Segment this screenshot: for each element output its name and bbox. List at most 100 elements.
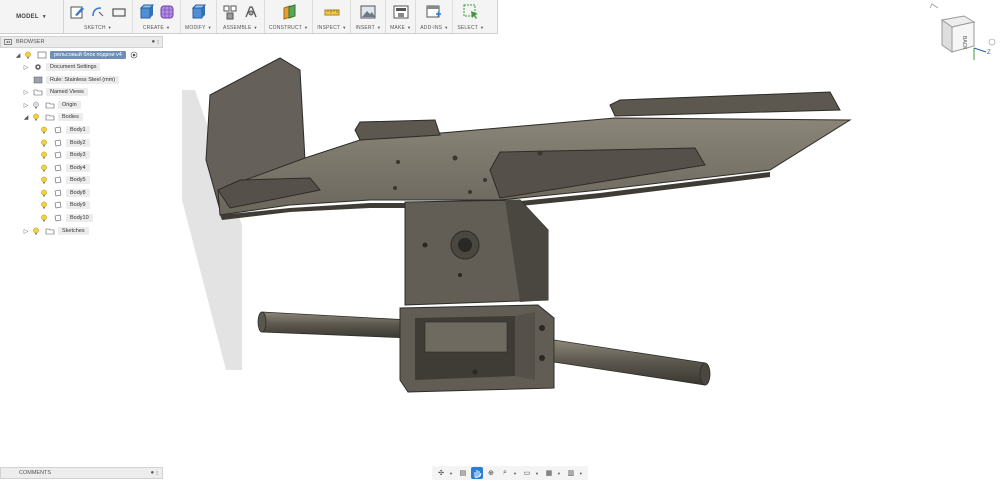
body-icon bbox=[54, 214, 62, 221]
visibility-bulb-icon[interactable] bbox=[32, 227, 40, 235]
modify-group[interactable]: MODIFY ▼ bbox=[181, 0, 217, 33]
carriage-hole bbox=[539, 355, 545, 361]
body-label: Body1 bbox=[66, 126, 90, 134]
visibility-bulb-icon[interactable] bbox=[40, 201, 48, 209]
visibility-bulb-icon[interactable] bbox=[24, 51, 32, 59]
zoom-icon[interactable]: ⊕ bbox=[485, 467, 497, 479]
construct-label: CONSTRUCT bbox=[268, 25, 303, 31]
expand-icon[interactable]: ▷ bbox=[22, 102, 30, 109]
body-label: Body10 bbox=[66, 213, 93, 222]
visibility-bulb-icon[interactable] bbox=[40, 139, 48, 147]
tree-item-body[interactable]: Body2 bbox=[38, 137, 90, 149]
browser-header: ◂◂ BROWSER ● ⁝ bbox=[0, 36, 163, 48]
document-icon bbox=[37, 51, 47, 59]
model-viewport[interactable] bbox=[170, 50, 860, 410]
panel-options-icon[interactable]: ⁝ bbox=[156, 470, 158, 477]
select-group[interactable]: SELECT ▼ bbox=[453, 0, 488, 33]
tree-item-body[interactable]: Body5 bbox=[38, 174, 90, 186]
home-icon[interactable] bbox=[929, 3, 939, 9]
inspect-group[interactable]: INSPECT ▼ bbox=[313, 0, 352, 33]
comments-panel[interactable]: COMMENTS ● ⁝ bbox=[0, 467, 163, 479]
material-rule-icon bbox=[33, 76, 43, 84]
display-settings-icon[interactable]: ▭ bbox=[521, 467, 533, 479]
create-group[interactable]: CREATE ▼ bbox=[133, 0, 181, 33]
tree-item-sketches[interactable]: ▷ Sketches bbox=[22, 225, 89, 237]
tree-item-body[interactable]: Body4 bbox=[38, 162, 90, 174]
fit-icon[interactable]: ⌕ bbox=[499, 467, 511, 479]
folder-icon bbox=[33, 89, 43, 96]
look-at-icon[interactable]: ▤ bbox=[457, 467, 469, 479]
rectangle-icon[interactable] bbox=[110, 3, 128, 21]
pan-icon[interactable] bbox=[470, 467, 483, 479]
scripts-icon[interactable] bbox=[425, 3, 443, 21]
collapse-panel-icon[interactable]: ◂◂ bbox=[4, 39, 12, 45]
arc-icon[interactable] bbox=[89, 3, 107, 21]
press-pull-icon[interactable] bbox=[189, 3, 207, 21]
tree-item-named-views[interactable]: ▷ Named Views bbox=[22, 86, 88, 98]
visibility-bulb-icon[interactable] bbox=[32, 113, 40, 121]
joint-icon[interactable] bbox=[242, 3, 260, 21]
visibility-bulb-icon[interactable] bbox=[40, 189, 48, 197]
visibility-bulb-icon[interactable] bbox=[40, 164, 48, 172]
offset-plane-icon[interactable] bbox=[280, 3, 298, 21]
tree-item-body[interactable]: Body1 bbox=[38, 124, 90, 136]
root-label: рельсовый блок подачи v4 bbox=[50, 51, 126, 59]
gear-icon bbox=[35, 64, 41, 70]
tree-item-rule[interactable]: Rule: Stainless Steel (mm) bbox=[30, 74, 120, 86]
rod-front bbox=[553, 339, 706, 386]
visibility-bulb-icon[interactable] bbox=[40, 214, 48, 222]
create-sketch-icon[interactable] bbox=[68, 3, 86, 21]
folder-icon bbox=[45, 114, 55, 121]
body-label: Body3 bbox=[66, 151, 90, 159]
expand-icon[interactable]: ▷ bbox=[22, 228, 30, 235]
visibility-bulb-icon[interactable] bbox=[32, 101, 40, 109]
3d-print-icon[interactable] bbox=[392, 3, 410, 21]
form-icon[interactable] bbox=[158, 3, 176, 21]
tree-item-document-settings[interactable]: ▷ Document Settings bbox=[22, 61, 101, 73]
extrude-icon[interactable] bbox=[137, 3, 155, 21]
browser-panel: ◂◂ BROWSER ● ⁝ ◢ рельсовый блок подачи v… bbox=[0, 36, 163, 236]
sketch-group[interactable]: SKETCH ▼ bbox=[64, 0, 133, 33]
expand-icon[interactable]: ◢ bbox=[14, 52, 22, 59]
visibility-bulb-icon[interactable] bbox=[40, 151, 48, 159]
axis-z-label: Z bbox=[987, 50, 991, 56]
activate-radio-icon[interactable] bbox=[130, 51, 138, 59]
carriage-hole bbox=[539, 325, 545, 331]
new-component-icon[interactable] bbox=[221, 3, 239, 21]
expand-icon[interactable]: ▷ bbox=[22, 89, 30, 96]
construct-group[interactable]: CONSTRUCT ▼ bbox=[265, 0, 314, 33]
assemble-group[interactable]: ASSEMBLE ▼ bbox=[217, 0, 265, 33]
tree-item-body[interactable]: Body8 bbox=[38, 187, 90, 199]
panel-options-icon[interactable]: ⁝ bbox=[157, 39, 159, 46]
tree-root[interactable]: ◢ рельсовый блок подачи v4 bbox=[14, 49, 138, 61]
add-ins-group[interactable]: ADD-INS ▼ bbox=[416, 0, 454, 33]
pin-icon[interactable]: ● bbox=[151, 39, 155, 45]
body-icon bbox=[54, 151, 62, 159]
insert-group[interactable]: INSERT ▼ bbox=[351, 0, 387, 33]
viewcube[interactable]: BACK Z bbox=[926, 2, 996, 68]
visibility-bulb-icon[interactable] bbox=[40, 176, 48, 184]
expand-icon[interactable]: ▷ bbox=[22, 64, 30, 71]
grid-snaps-icon[interactable]: ▦ bbox=[543, 467, 555, 479]
tree-item-body[interactable]: Body9 bbox=[38, 199, 90, 211]
body-icon bbox=[54, 176, 62, 184]
orbit-icon[interactable]: ✣ bbox=[435, 467, 447, 479]
tree-item-body[interactable]: Body3 bbox=[38, 149, 90, 161]
insert-image-icon[interactable] bbox=[359, 3, 377, 21]
body-icon bbox=[54, 201, 62, 209]
visibility-bulb-icon[interactable] bbox=[40, 126, 48, 134]
select-icon[interactable] bbox=[462, 3, 480, 21]
bracket-bore-inner bbox=[458, 238, 472, 252]
body-icon bbox=[54, 139, 62, 146]
tree-item-origin[interactable]: ▷ Origin bbox=[22, 99, 81, 111]
orbit-arrow-icon[interactable] bbox=[988, 38, 996, 46]
viewports-icon[interactable]: ▥ bbox=[565, 467, 577, 479]
collapse-icon[interactable]: ◢ bbox=[22, 114, 30, 121]
sketches-label: Sketches bbox=[58, 227, 89, 235]
tree-item-body[interactable]: Body10 bbox=[38, 212, 93, 224]
workspace-switcher[interactable]: MODEL ▼ bbox=[0, 0, 64, 33]
pin-icon[interactable]: ● bbox=[150, 470, 154, 476]
make-group[interactable]: MAKE ▼ bbox=[386, 0, 417, 33]
measure-icon[interactable] bbox=[323, 3, 341, 21]
tree-item-bodies[interactable]: ◢ Bodies bbox=[22, 111, 83, 123]
